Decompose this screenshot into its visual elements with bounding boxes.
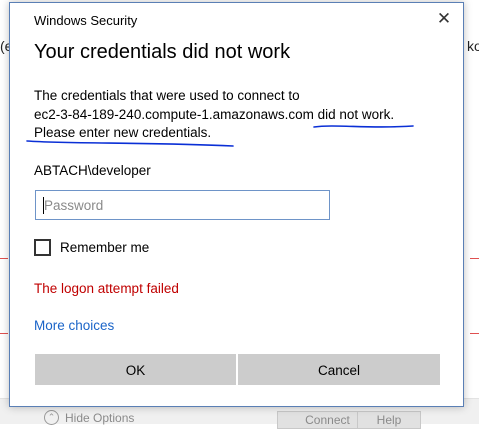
dialog-heading: Your credentials did not work bbox=[34, 41, 291, 63]
background-divider bbox=[470, 258, 479, 259]
help-button[interactable]: Help bbox=[357, 411, 421, 429]
logon-failed-error: The logon attempt failed bbox=[34, 281, 179, 296]
close-icon[interactable]: ✕ bbox=[433, 8, 455, 30]
cancel-button[interactable]: Cancel bbox=[238, 354, 440, 385]
hide-options-label: Hide Options bbox=[65, 410, 135, 425]
remember-me-label: Remember me bbox=[60, 240, 150, 255]
checkbox-box[interactable] bbox=[34, 239, 51, 256]
background-divider bbox=[0, 333, 8, 334]
message-line: The credentials that were used to connec… bbox=[34, 88, 300, 103]
title-bar[interactable]: Windows Security ✕ bbox=[10, 3, 463, 33]
ok-button[interactable]: OK bbox=[35, 354, 236, 385]
username-label: ABTACH\developer bbox=[34, 163, 151, 178]
windows-security-dialog: Windows Security ✕ Your credentials did … bbox=[9, 2, 464, 407]
background-text-fragment: ko bbox=[467, 38, 479, 54]
message-line: ec2-3-84-189-240.compute-1.amazonaws.com… bbox=[34, 106, 395, 122]
background-divider bbox=[470, 333, 479, 334]
window-title: Windows Security bbox=[34, 13, 138, 28]
message-line: Please enter new credentials. bbox=[34, 125, 212, 140]
background-divider bbox=[0, 258, 8, 259]
password-input[interactable] bbox=[35, 190, 330, 220]
remember-me-checkbox[interactable]: Remember me bbox=[34, 239, 149, 256]
error-message: The credentials that were used to connec… bbox=[34, 87, 454, 143]
more-choices-link[interactable]: More choices bbox=[34, 318, 114, 333]
text-caret bbox=[43, 197, 44, 214]
